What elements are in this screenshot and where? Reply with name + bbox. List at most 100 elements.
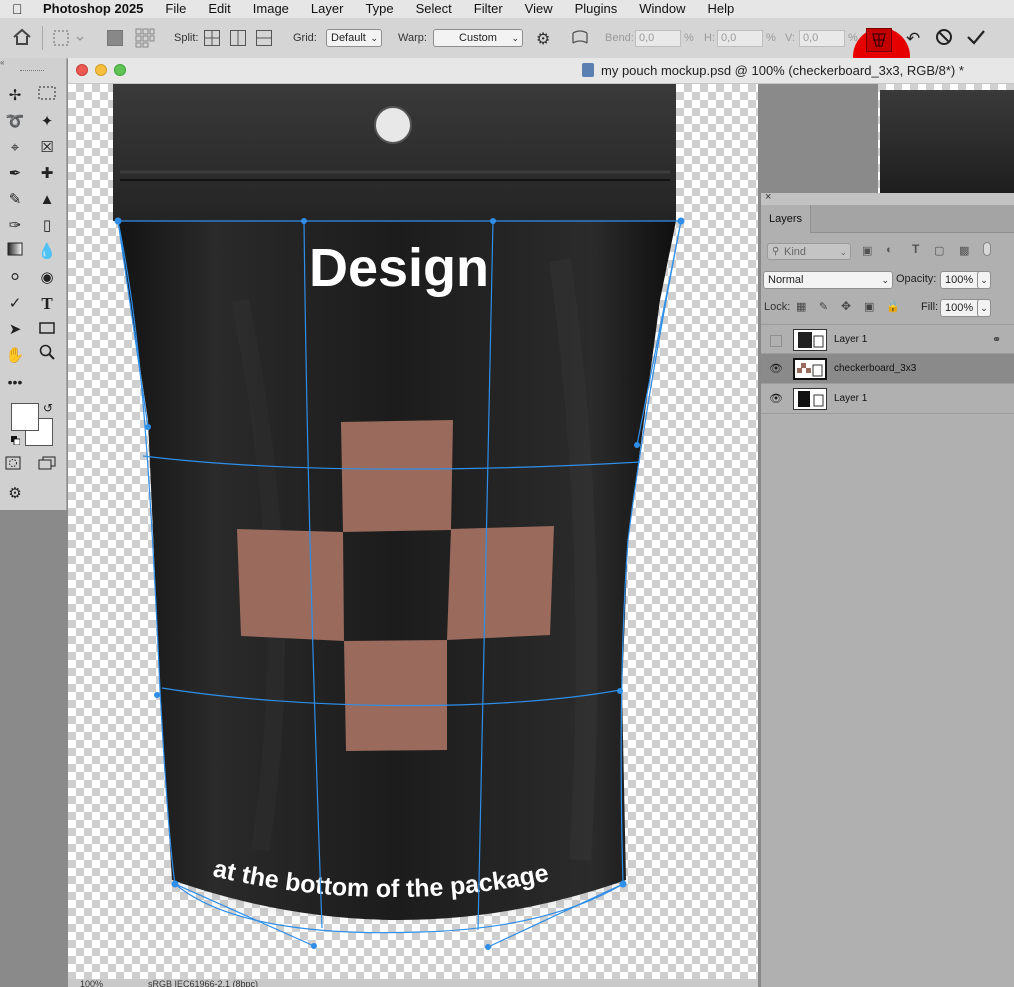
screen-mode-icon[interactable] — [34, 454, 60, 478]
commit-transform-icon[interactable] — [966, 28, 986, 49]
toggle-warp-icon[interactable] — [866, 28, 892, 52]
brush-tool-icon[interactable]: ✎ — [2, 188, 28, 212]
grid-dots-icon[interactable] — [135, 28, 155, 51]
grip-icon[interactable] — [20, 70, 44, 73]
menu-type[interactable]: Type — [354, 0, 404, 18]
chevron-down-icon: ⌄ — [370, 33, 378, 43]
fill-value: 100% — [945, 302, 974, 314]
gradient-tool-icon[interactable] — [2, 240, 28, 264]
cancel-transform-icon[interactable] — [935, 28, 953, 49]
warp-select[interactable]: Custom ⌄ — [433, 29, 523, 47]
history-brush-icon[interactable]: ✑ — [2, 214, 28, 238]
h-field[interactable]: 0,0 — [717, 30, 763, 47]
eyedropper-icon[interactable]: ✒ — [2, 162, 28, 186]
bend-percent: % — [684, 32, 694, 44]
type-tool-icon[interactable]: T — [34, 292, 60, 316]
rectangle-tool-icon[interactable] — [34, 318, 60, 342]
grid-select-value: Default — [331, 32, 366, 44]
foreground-color-swatch[interactable] — [11, 403, 39, 431]
menu-file[interactable]: File — [154, 0, 197, 18]
split-cross-button[interactable] — [204, 30, 220, 46]
layer-thumbnail — [793, 358, 827, 380]
eye-icon[interactable]: 👁 — [769, 362, 783, 376]
filter-pixel-icon[interactable]: ▣ — [862, 244, 872, 257]
eraser-icon[interactable]: ▯ — [34, 214, 60, 238]
more-tools-icon[interactable]: ••• — [2, 370, 28, 394]
bend-field[interactable]: 0,0 — [635, 30, 681, 47]
grid-select[interactable]: Default ⌄ — [326, 29, 382, 47]
lasso-tool-icon[interactable]: ➰ — [2, 110, 28, 134]
magic-wand-icon[interactable]: ✦ — [34, 110, 60, 134]
lock-all-icon[interactable]: 🔒 — [886, 300, 900, 313]
panel-tab-strip: Layers — [761, 205, 1014, 233]
pen-tool-icon[interactable]: ✓ — [2, 292, 28, 316]
fill-dropdown-icon[interactable]: ⌄ — [977, 299, 991, 317]
menu-edit[interactable]: Edit — [197, 0, 241, 18]
swap-colors-icon[interactable]: ↺ — [43, 401, 53, 415]
healing-brush-icon[interactable]: ✚ — [34, 162, 60, 186]
frame-tool-icon[interactable]: ☒ — [34, 136, 60, 160]
move-tool-icon[interactable]: ✢ — [2, 84, 28, 108]
gear-icon[interactable]: ⚙ — [536, 29, 550, 49]
menu-plugins[interactable]: Plugins — [564, 0, 629, 18]
sponge-tool-icon[interactable]: ◉ — [34, 266, 60, 290]
visibility-off-icon[interactable] — [770, 335, 782, 347]
menu-filter[interactable]: Filter — [463, 0, 514, 18]
layer-row-selected[interactable]: 👁 checkerboard_3x3 — [761, 354, 1014, 384]
document-title: my pouch mockup.psd @ 100% (checkerboard… — [601, 63, 964, 78]
v-field[interactable]: 0,0 — [799, 30, 845, 47]
minimize-window-icon[interactable] — [95, 64, 107, 76]
menu-select[interactable]: Select — [405, 0, 463, 18]
zoom-tool-icon[interactable] — [34, 344, 60, 368]
warp-orientation-icon[interactable] — [571, 29, 589, 50]
opacity-dropdown-icon[interactable]: ⌄ — [977, 271, 991, 289]
edit-toolbar-icon[interactable]: ⚙ — [2, 482, 28, 506]
chevron-down-icon: ⌄ — [881, 275, 889, 285]
undo-icon[interactable]: ↶ — [906, 29, 920, 49]
menu-view[interactable]: View — [514, 0, 564, 18]
collapse-icon[interactable]: « — [0, 58, 66, 67]
document-canvas[interactable]: Design at the bottom of the package — [68, 84, 758, 979]
path-selection-icon[interactable]: ➤ — [2, 318, 28, 342]
layer-row[interactable]: Layer 1 ⚭ — [761, 324, 1014, 354]
filter-shape-icon[interactable]: ▢ — [934, 244, 944, 257]
quick-mask-icon[interactable] — [0, 454, 26, 478]
crop-tool-icon[interactable]: ⌖ — [2, 136, 28, 160]
filter-type-icon[interactable]: T — [912, 242, 919, 256]
filter-smart-object-icon[interactable]: ▩ — [959, 244, 969, 257]
split-horizontal-button[interactable] — [256, 30, 272, 46]
hand-tool-icon[interactable]: ✋ — [2, 344, 28, 368]
menu-app-name[interactable]: Photoshop 2025 — [32, 0, 154, 18]
lock-position-icon[interactable]: ✥ — [841, 299, 851, 313]
layer-row[interactable]: 👁 Layer 1 — [761, 384, 1014, 414]
home-icon[interactable] — [12, 28, 32, 49]
eye-icon[interactable]: 👁 — [769, 392, 783, 406]
default-colors-icon[interactable] — [11, 434, 21, 446]
menu-image[interactable]: Image — [242, 0, 300, 18]
apple-menu-icon[interactable]:  — [12, 1, 32, 17]
menu-window[interactable]: Window — [628, 0, 696, 18]
menu-help[interactable]: Help — [697, 0, 746, 18]
lock-artboard-icon[interactable]: ▣ — [864, 300, 874, 313]
tab-layers[interactable]: Layers — [761, 205, 811, 233]
transform-preset-icon[interactable] — [53, 29, 85, 50]
filter-kind-select[interactable]: ⚲ Kind ⌄ — [767, 243, 851, 260]
clone-stamp-icon[interactable]: ▲ — [34, 188, 60, 212]
marquee-tool-icon[interactable] — [34, 84, 60, 108]
menu-layer[interactable]: Layer — [300, 0, 355, 18]
close-window-icon[interactable] — [76, 64, 88, 76]
document-tab[interactable]: my pouch mockup.psd @ 100% (checkerboard… — [68, 58, 1014, 84]
close-panel-icon[interactable]: × — [765, 191, 771, 203]
pasteboard — [758, 84, 878, 194]
blend-mode-select[interactable]: Normal ⌄ — [763, 271, 893, 289]
filter-toggle-switch[interactable] — [983, 242, 991, 256]
blur-tool-icon[interactable]: 💧 — [34, 240, 60, 264]
dodge-tool-icon[interactable]: ⚪ — [2, 266, 28, 290]
zoom-window-icon[interactable] — [114, 64, 126, 76]
lock-transparent-icon[interactable]: ▦ — [796, 300, 806, 313]
zoom-level[interactable]: 100% — [80, 979, 103, 987]
lock-paint-icon[interactable]: ✎ — [819, 300, 828, 313]
toggle-checkbox-icon[interactable] — [107, 30, 123, 46]
split-vertical-button[interactable] — [230, 30, 246, 46]
filter-adjustment-icon[interactable]: ◐ — [886, 244, 893, 256]
